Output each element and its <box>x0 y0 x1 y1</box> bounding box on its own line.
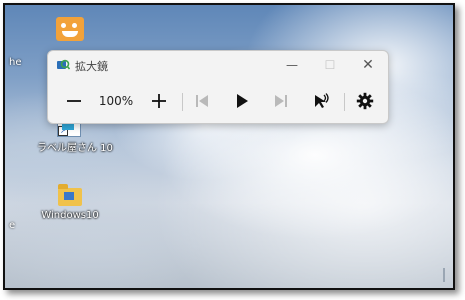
zoom-in-button[interactable] <box>149 89 169 113</box>
magnifier-app-icon <box>57 59 70 70</box>
shortcut-arrow-icon: ↗ <box>58 126 68 136</box>
desktop-icon-label: ラベル屋さん 10 <box>37 143 113 154</box>
toolbar-divider <box>182 93 183 111</box>
previous-sentence-button[interactable] <box>191 89 213 113</box>
minimize-button[interactable]: — <box>282 55 302 75</box>
maximize-button[interactable]: ☐ <box>320 55 340 75</box>
window-title: 拡大鏡 <box>75 60 108 73</box>
next-sentence-button[interactable] <box>270 89 292 113</box>
desktop-icon-app[interactable] <box>55 17 85 45</box>
magnifier-window: 拡大鏡 — ☐ ✕ 100% <box>47 50 389 124</box>
folder-icon <box>58 184 82 206</box>
desktop-screenshot: he e ↗ ラベル屋さん 10 Windows10 拡大鏡 — ☐ ✕ 100… <box>3 3 455 290</box>
play-button[interactable] <box>231 89 253 113</box>
magnifier-toolbar: 100% <box>48 79 388 123</box>
desktop-icon-label: Windows10 <box>41 210 99 221</box>
toolbar-divider <box>344 93 345 111</box>
gear-icon <box>356 92 374 110</box>
desktop-icon-folder[interactable]: Windows10 <box>41 184 99 221</box>
cut-off-desktop-label: e <box>9 220 16 231</box>
cut-off-desktop-label: he <box>9 57 22 68</box>
skip-back-icon <box>196 95 208 107</box>
scroll-indicator <box>443 268 445 282</box>
title-bar[interactable]: 拡大鏡 — ☐ ✕ <box>48 51 388 79</box>
read-from-here-button[interactable] <box>310 89 332 113</box>
close-button[interactable]: ✕ <box>358 55 378 75</box>
app-face-icon <box>56 17 84 41</box>
read-from-here-icon <box>315 93 329 108</box>
plus-icon <box>152 94 166 108</box>
zoom-level: 100% <box>98 94 134 108</box>
play-icon <box>237 94 248 108</box>
minus-icon <box>67 100 81 102</box>
skip-forward-icon <box>275 95 287 107</box>
zoom-out-button[interactable] <box>64 89 84 113</box>
settings-button[interactable] <box>354 89 376 113</box>
